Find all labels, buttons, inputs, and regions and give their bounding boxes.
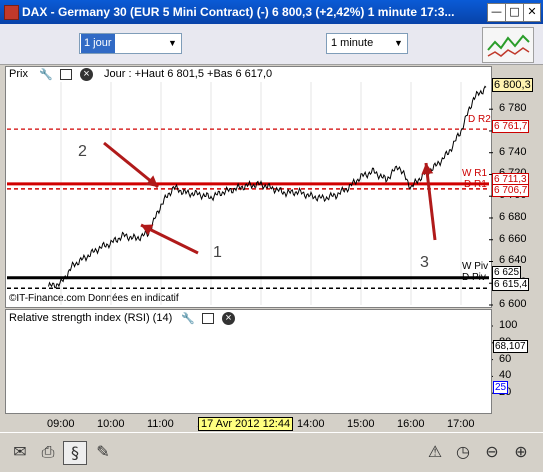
dpiv-label: D Piv bbox=[462, 272, 486, 283]
rsi-tick-label: 100 bbox=[499, 319, 518, 331]
wrench-icon[interactable]: 🔧 bbox=[181, 313, 195, 325]
zoom-in-icon[interactable]: ⊕ bbox=[510, 441, 532, 463]
annotation-1: 1 bbox=[213, 244, 222, 261]
wr1-label: W R1 bbox=[462, 168, 487, 179]
dpiv-tag: 6 615,4 bbox=[492, 278, 530, 291]
time-tick-label: 09:00 bbox=[47, 418, 75, 430]
time-tick-label: 14:00 bbox=[297, 418, 325, 430]
close-panel-icon[interactable]: × bbox=[222, 312, 235, 325]
rsi-low-tag: 25 bbox=[493, 381, 509, 394]
clock-icon[interactable]: ◷ bbox=[452, 441, 474, 463]
dr1-label: D R1 bbox=[464, 179, 487, 190]
price-tick-label: 6 660 bbox=[499, 232, 527, 245]
rsi-panel[interactable] bbox=[5, 309, 492, 414]
price-tick-label: 6 780 bbox=[499, 102, 527, 115]
rsi-panel-label: Relative strength index (RSI) (14) bbox=[9, 312, 173, 324]
price-tick-label: 6 740 bbox=[499, 145, 527, 158]
rsi-tick-label: 60 bbox=[499, 352, 512, 365]
rsi-value-tag: 68,107 bbox=[493, 340, 528, 353]
time-cursor-label: 17 Avr 2012 12:44 bbox=[198, 417, 294, 431]
price-tick-label: 6 640 bbox=[499, 254, 527, 267]
link-icon[interactable]: § bbox=[63, 441, 87, 465]
time-tick-label: 10:00 bbox=[97, 418, 125, 430]
annotation-2: 2 bbox=[78, 143, 87, 160]
rsi-tick-label: 40 bbox=[499, 369, 512, 382]
price-tick-label: 6 600 bbox=[499, 298, 527, 310]
time-tick-label: 16:00 bbox=[397, 418, 425, 430]
zoom-out-icon[interactable]: ⊖ bbox=[481, 441, 503, 463]
maximize-panel-icon[interactable] bbox=[202, 313, 214, 324]
edit-icon[interactable]: ✎ bbox=[92, 441, 114, 463]
time-tick-label: 17:00 bbox=[447, 418, 475, 430]
last-price-tag: 6 800,3 bbox=[492, 78, 533, 92]
mail-icon[interactable]: ✉ bbox=[9, 441, 31, 463]
annotation-arrow-3 bbox=[424, 162, 437, 241]
bottom-toolbar: ✉ ⎙ § ✎ ⚠ ◷ ⊖ ⊕ bbox=[0, 432, 543, 472]
alert-icon[interactable]: ⚠ bbox=[424, 441, 446, 463]
price-tick-label: 6 680 bbox=[499, 210, 527, 223]
wpiv-label: W Piv bbox=[462, 261, 489, 272]
time-tick-label: 11:00 bbox=[147, 418, 174, 430]
annotation-3: 3 bbox=[420, 254, 429, 271]
dr1-tag: 6 706,7 bbox=[492, 184, 530, 197]
dr2-label: D R2 bbox=[468, 114, 491, 125]
print-icon[interactable]: ⎙ bbox=[37, 441, 59, 463]
time-tick-label: 15:00 bbox=[347, 418, 375, 430]
dr2-tag: 6 761,7 bbox=[492, 120, 530, 133]
